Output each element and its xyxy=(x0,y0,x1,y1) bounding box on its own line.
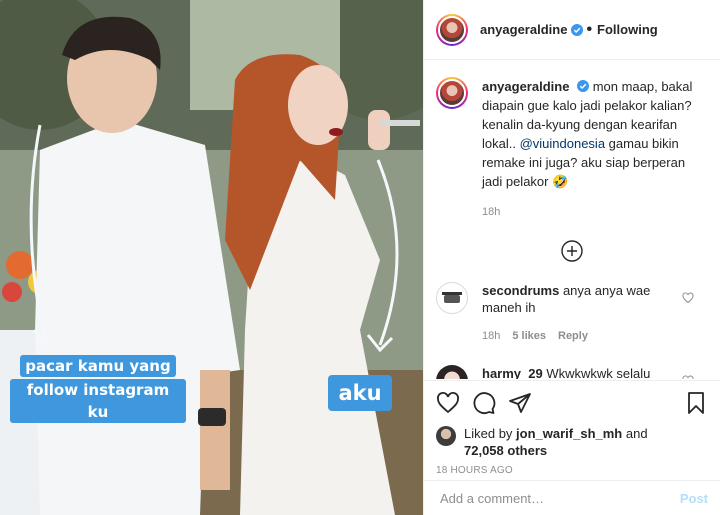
following-button[interactable]: Following xyxy=(597,22,658,37)
post-photo[interactable]: pacar kamu yang follow instagram ku aku xyxy=(0,0,423,515)
comment-reply-button[interactable]: Reply xyxy=(558,330,588,342)
post-sidebar: anyageraldine • Following anyageraldine … xyxy=(423,0,720,515)
post-caption: anyageraldine mon maap, bakal diapain gu… xyxy=(436,77,708,222)
post-comment-button[interactable]: Post xyxy=(680,491,708,506)
add-comment-bar: Post xyxy=(424,480,720,515)
comment-timestamp[interactable]: 18h xyxy=(482,330,500,342)
commenter-username[interactable]: secondrums xyxy=(482,283,559,298)
caption-text: anyageraldine mon maap, bakal diapain gu… xyxy=(482,77,704,222)
post-header: anyageraldine • Following xyxy=(424,0,720,60)
save-bookmark-icon[interactable] xyxy=(684,391,708,415)
commenter-avatar[interactable] xyxy=(436,365,468,379)
comments-list[interactable]: anyageraldine mon maap, bakal diapain gu… xyxy=(424,61,720,379)
photo-caption-left-line2: follow instagram ku xyxy=(10,379,186,423)
likes-count[interactable]: 72,058 others xyxy=(464,443,547,458)
verified-badge-icon xyxy=(577,80,590,92)
post-actions: Liked by jon_warif_sh_mh and 72,058 othe… xyxy=(424,380,720,480)
photo-caption-left-line1: pacar kamu yang xyxy=(20,355,176,377)
share-paper-plane-icon[interactable] xyxy=(508,391,532,415)
load-more-comments-icon[interactable] xyxy=(561,240,583,262)
comment-bubble-icon[interactable] xyxy=(472,391,496,415)
caption-timestamp[interactable]: 18h xyxy=(482,203,704,222)
caption-username[interactable]: anyageraldine xyxy=(482,79,569,94)
liked-by: Liked by jon_warif_sh_mh and 72,058 othe… xyxy=(436,425,708,459)
comment-body: harmy_29 Wkwkwkwk selalu receh 😂😂 xyxy=(482,365,682,379)
liked-by-and: and xyxy=(622,426,648,441)
liked-by-prefix: Liked by xyxy=(464,426,517,441)
liked-by-user[interactable]: jon_warif_sh_mh xyxy=(516,426,622,441)
action-bar xyxy=(436,391,708,415)
like-heart-icon[interactable] xyxy=(436,391,460,415)
commenter-avatar[interactable] xyxy=(436,282,468,314)
comment-body: secondrums anya anya wae maneh ih 18h 5 l… xyxy=(482,282,682,345)
caption-author-avatar[interactable] xyxy=(436,77,468,109)
comment-like-heart-icon[interactable] xyxy=(682,375,694,379)
liked-by-text: Liked by jon_warif_sh_mh and 72,058 othe… xyxy=(464,425,648,459)
photo-caption-right: aku xyxy=(328,375,392,411)
liker-avatar[interactable] xyxy=(436,426,456,446)
photo-scene xyxy=(0,0,423,515)
post-timestamp[interactable]: 18 HOURS AGO xyxy=(436,465,708,476)
comment-item: secondrums anya anya wae maneh ih 18h 5 l… xyxy=(436,282,708,345)
author-username[interactable]: anyageraldine xyxy=(480,22,567,37)
comment-likes[interactable]: 5 likes xyxy=(512,330,546,342)
comment-like-heart-icon[interactable] xyxy=(682,292,694,304)
verified-badge-icon xyxy=(571,23,584,36)
comment-meta: 18h 5 likes Reply xyxy=(482,328,682,345)
author-avatar[interactable] xyxy=(436,13,468,46)
add-comment-input[interactable] xyxy=(440,490,680,506)
photo-caption-left: pacar kamu yang follow instagram ku xyxy=(10,354,186,424)
header-separator: • xyxy=(586,20,593,38)
drum-logo-icon xyxy=(442,292,462,303)
comment-item: harmy_29 Wkwkwkwk selalu receh 😂😂 xyxy=(436,365,708,379)
commenter-username[interactable]: harmy_29 xyxy=(482,366,543,379)
caption-mention-link[interactable]: @viuindonesia xyxy=(520,136,605,151)
